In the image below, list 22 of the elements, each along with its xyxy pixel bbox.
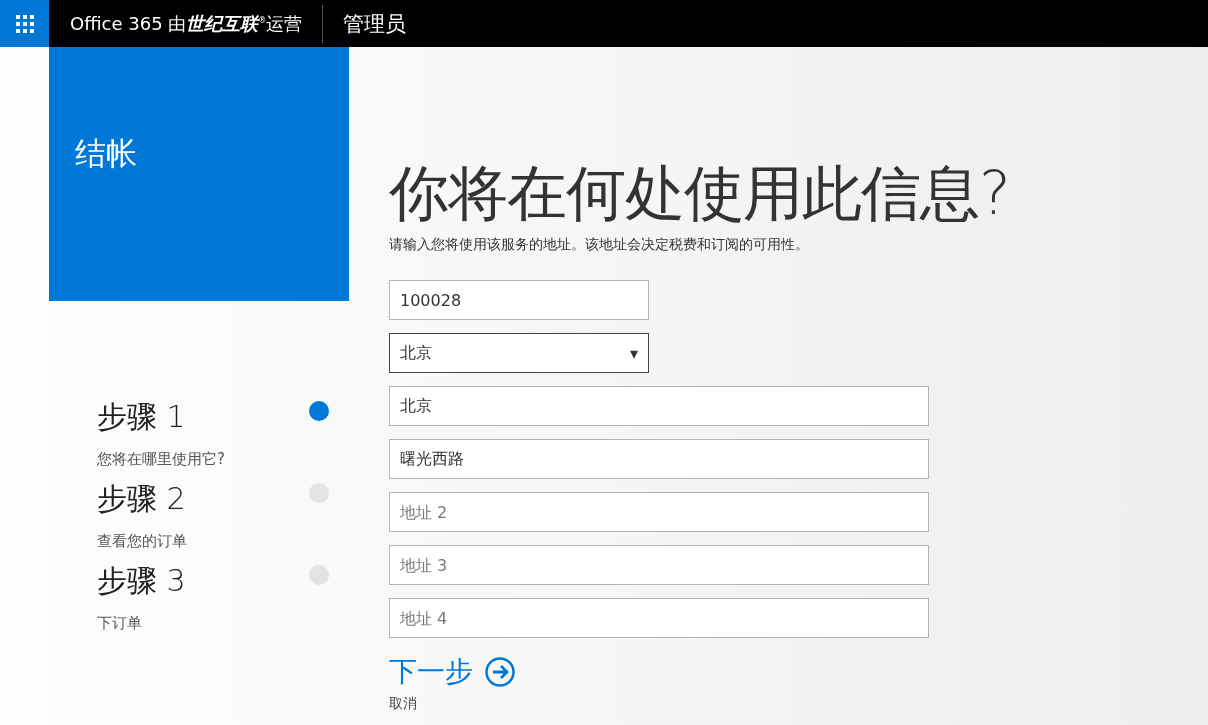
step-title: 步骤 3 [97,562,186,600]
address-input-field[interactable]: 地址 2 [389,492,929,532]
step-title: 步骤 2 [97,480,186,518]
region-dropdown[interactable]: 北京 ▾ [389,333,649,373]
postcode-input-field[interactable]: 100028 [389,280,649,320]
address-input-field[interactable]: 地址 3 [389,545,929,585]
arrow-circle-icon [485,657,515,687]
page-heading: 你将在何处使用此信息? [389,157,1010,230]
address-input-field[interactable]: 北京 [389,386,929,426]
next-button[interactable]: 下一步 [389,653,515,691]
address-input-field[interactable]: 地址 4 [389,598,929,638]
panel-title: 结帐 [75,134,137,173]
cancel-link[interactable]: 取消 [389,695,417,713]
description-text: 请输入您将使用该服务的地址。该地址会决定税费和订阅的可用性。 [389,236,809,254]
step-description: 查看您的订单 [97,532,187,551]
app-launcher-icon[interactable] [0,0,49,47]
step-description: 下订单 [97,614,142,633]
step-title: 步骤 1 [97,398,186,436]
step-description: 您将在哪里使用它? [97,450,225,469]
brand-title[interactable]: Office 365 由世纪互联$^{®}$运营 [49,11,323,36]
section-title[interactable]: 管理员 [323,9,407,38]
address-input-field[interactable]: 曙光西路 [389,439,929,479]
